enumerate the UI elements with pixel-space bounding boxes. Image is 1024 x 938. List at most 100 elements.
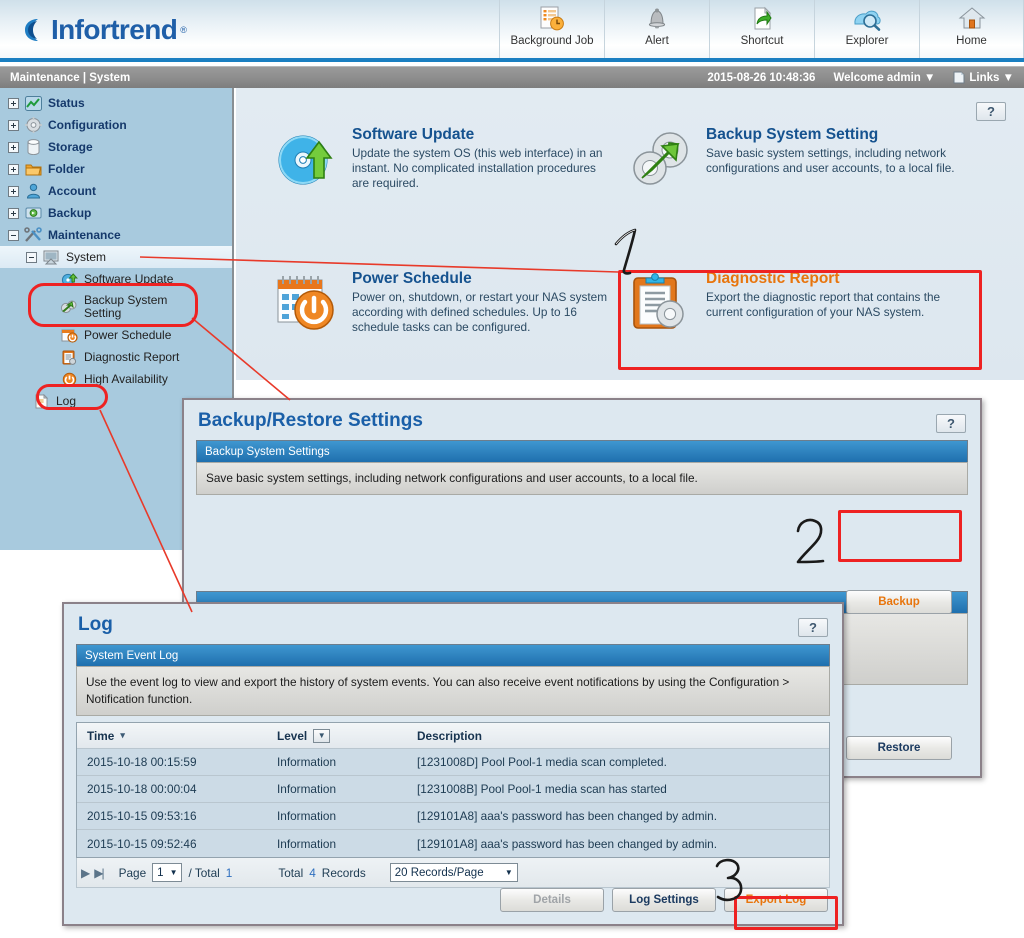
sidebar-item-power-schedule[interactable]: Power Schedule	[0, 324, 232, 346]
backup-restore-help-button[interactable]: ?	[936, 414, 966, 433]
table-row[interactable]: 2015-10-15 09:53:16 Information [129101A…	[77, 803, 829, 830]
expander-plus-icon[interactable]	[8, 207, 19, 219]
toolbar-alert[interactable]: Alert	[604, 0, 709, 58]
export-log-button[interactable]: Export Log	[724, 888, 828, 912]
log-help-button[interactable]: ?	[798, 618, 828, 637]
sidebar-item-storage[interactable]: Storage	[0, 136, 232, 158]
sidebar-item-folder[interactable]: Folder	[0, 158, 232, 180]
power-schedule-icon	[60, 327, 78, 344]
log-row-description: [1231008D] Pool Pool-1 media scan comple…	[417, 755, 667, 769]
software-update-disc-icon	[274, 126, 340, 192]
links-menu[interactable]: Links ▼	[953, 71, 1014, 84]
records-per-page-select[interactable]: 20 Records/Page ▼	[389, 863, 518, 882]
expander-plus-icon[interactable]	[8, 119, 19, 131]
configuration-icon	[24, 117, 42, 134]
column-header-description: Description	[417, 728, 482, 743]
sidebar-item-high-availability[interactable]: High Availability	[0, 368, 232, 390]
column-header-level[interactable]: Level ▼	[277, 728, 417, 743]
details-button[interactable]: Details	[500, 888, 604, 912]
main-help-button[interactable]: ?	[976, 102, 1006, 121]
sidebar-item-account[interactable]: Account	[0, 180, 232, 202]
total-pages-label: / Total	[188, 865, 220, 880]
breadcrumb: Maintenance | System	[10, 71, 131, 84]
toolbar-home[interactable]: Home	[919, 0, 1024, 58]
feature-power-schedule-desc: Power on, shutdown, or restart your NAS …	[352, 290, 608, 334]
sidebar-item-system[interactable]: System	[0, 246, 232, 268]
log-row-time: 2015-10-18 00:00:04	[87, 782, 197, 796]
log-pager: ▶ ▶| Page 1 ▼ / Total 1 Total 4 Records …	[76, 858, 830, 888]
table-row[interactable]: 2015-10-18 00:00:04 Information [1231008…	[77, 776, 829, 803]
feature-software-update-title: Software Update	[352, 126, 475, 143]
log-dialog: Log ? System Event Log Use the event log…	[62, 602, 844, 926]
sidebar-item-diagnostic-report[interactable]: Diagnostic Report	[0, 346, 232, 368]
log-row-time: 2015-10-15 09:52:46	[87, 836, 197, 851]
level-filter-dropdown-icon[interactable]: ▼	[313, 728, 331, 743]
expander-plus-icon[interactable]	[8, 163, 19, 175]
log-icon	[32, 393, 50, 410]
column-header-level-label: Level	[277, 728, 308, 743]
log-row-level: Information	[277, 836, 337, 851]
column-header-time-label: Time	[87, 728, 115, 743]
calendar-power-icon	[274, 270, 340, 336]
toolbar-home-label: Home	[956, 35, 987, 47]
expander-minus-icon[interactable]	[26, 251, 37, 263]
sidebar-item-maintenance[interactable]: Maintenance	[0, 224, 232, 246]
sidebar-item-software-update[interactable]: Software Update	[0, 268, 232, 290]
system-datetime: 2015-08-26 10:48:36	[707, 71, 816, 84]
app-banner: Infortrend ® Background Job Alert Shortc…	[0, 0, 1024, 62]
page-select[interactable]: 1 ▼	[152, 863, 183, 882]
last-page-icon[interactable]: ▶|	[94, 866, 104, 880]
backup-system-setting-icon	[60, 299, 78, 316]
table-row[interactable]: 2015-10-15 09:52:46 Information [129101A…	[77, 830, 829, 857]
total-pages-value: 1	[225, 865, 233, 880]
log-row-time: 2015-10-15 09:53:16	[87, 809, 197, 823]
feature-diagnostic-report[interactable]: Diagnostic Report Export the diagnostic …	[628, 270, 966, 336]
feature-backup-system-setting[interactable]: Backup System Setting Save basic system …	[628, 126, 966, 192]
sidebar-item-maintenance-label: Maintenance	[48, 228, 121, 242]
log-row-level: Information	[277, 755, 337, 769]
feature-software-update[interactable]: Software Update Update the system OS (th…	[274, 126, 612, 192]
log-row-description: [129101A8] aaa's password has been chang…	[417, 809, 718, 823]
toolbar-shortcut[interactable]: Shortcut	[709, 0, 814, 58]
expander-plus-icon[interactable]	[8, 185, 19, 197]
log-row-time: 2015-10-18 00:15:59	[87, 755, 197, 769]
alert-icon	[642, 4, 672, 34]
expander-plus-icon[interactable]	[8, 97, 19, 109]
breadcrumb-bar: Maintenance | System 2015-08-26 10:48:36…	[0, 66, 1024, 88]
toolbar-explorer[interactable]: Explorer	[814, 0, 919, 58]
log-row-level: Information	[277, 809, 337, 823]
explorer-icon	[851, 4, 883, 34]
sidebar-item-backup-system-setting[interactable]: Backup System Setting	[0, 290, 232, 324]
sidebar-item-status[interactable]: Status	[0, 92, 232, 114]
sidebar-item-storage-label: Storage	[48, 140, 93, 154]
maintenance-icon	[24, 227, 42, 244]
sidebar-item-configuration[interactable]: Configuration	[0, 114, 232, 136]
column-header-time[interactable]: Time ▾	[77, 729, 277, 743]
diagnostic-report-icon	[60, 349, 78, 366]
next-page-icon[interactable]: ▶	[81, 866, 90, 880]
expander-plus-icon[interactable]	[8, 141, 19, 153]
feature-diagnostic-report-title: Diagnostic Report	[706, 270, 840, 287]
feature-software-update-desc: Update the system OS (this web interface…	[352, 146, 603, 190]
restore-button[interactable]: Restore	[846, 736, 952, 760]
brand-logo: Infortrend ®	[22, 14, 187, 46]
feature-power-schedule[interactable]: Power Schedule Power on, shutdown, or re…	[274, 270, 612, 336]
table-row[interactable]: 2015-10-18 00:15:59 Information [1231008…	[77, 749, 829, 776]
toolbar-background-job-label: Background Job	[510, 35, 594, 47]
welcome-menu[interactable]: Welcome admin ▼	[833, 72, 935, 84]
toolbar-background-job[interactable]: Background Job	[499, 0, 604, 58]
page-select-value: 1	[157, 866, 164, 879]
log-section-header: System Event Log	[76, 644, 830, 666]
feature-power-schedule-title: Power Schedule	[352, 270, 472, 287]
records-label: Records	[321, 865, 366, 880]
sidebar-item-system-label: System	[66, 250, 107, 264]
backup-button[interactable]: Backup	[846, 590, 952, 614]
log-row-description: [1231008B] Pool Pool-1 media scan has st…	[417, 782, 667, 796]
backup-section-description: Save basic system settings, including ne…	[196, 462, 968, 495]
sort-caret-icon[interactable]: ▾	[120, 730, 125, 741]
log-table-header: Time ▾ Level ▼ Description	[77, 723, 829, 749]
sidebar-item-high-availability-label: High Availability	[84, 372, 168, 386]
expander-minus-icon[interactable]	[8, 229, 19, 241]
log-settings-button[interactable]: Log Settings	[612, 888, 716, 912]
sidebar-item-backup[interactable]: Backup	[0, 202, 232, 224]
